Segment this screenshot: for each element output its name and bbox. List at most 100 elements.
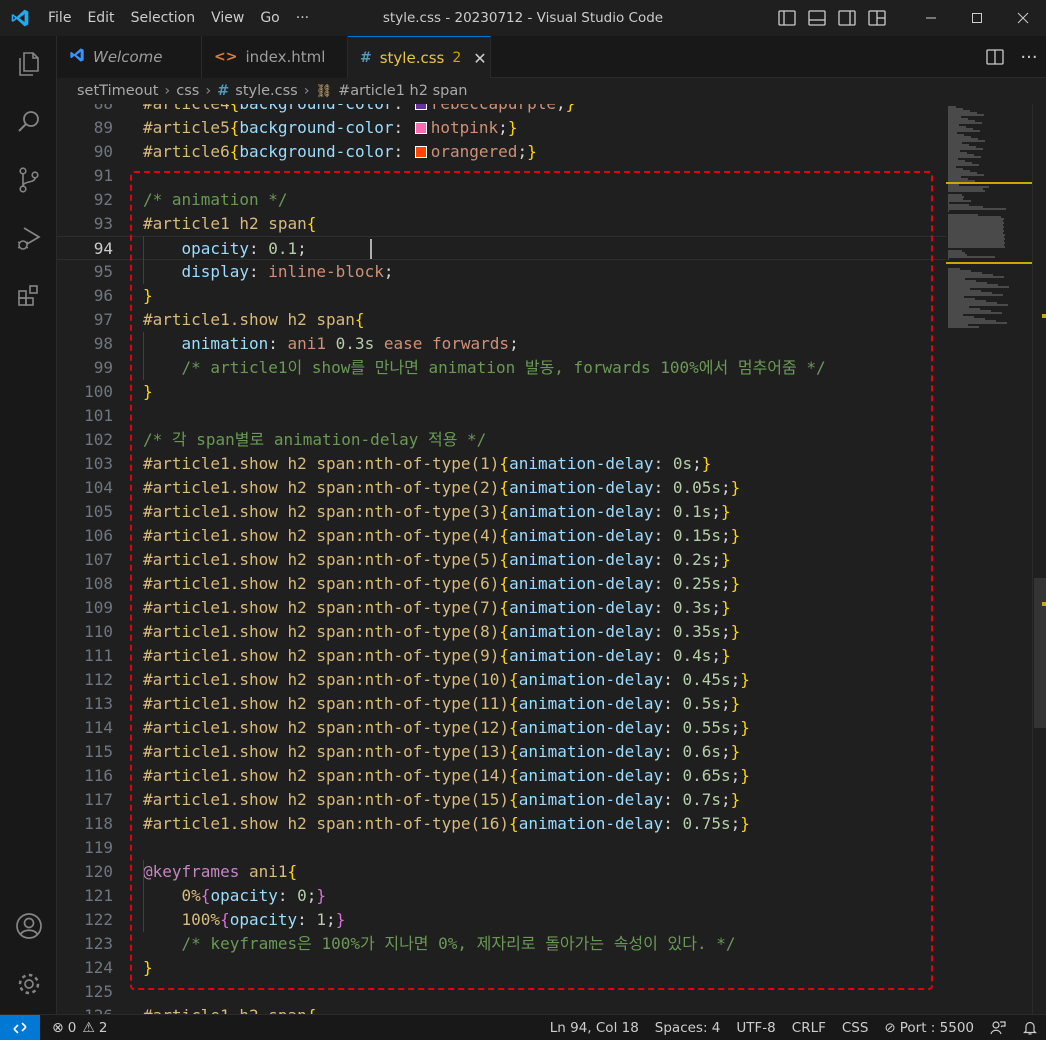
explorer-icon[interactable] [0,40,57,88]
breadcrumb-folder-css[interactable]: css [176,83,199,99]
code-editor[interactable]: 88 #article4{background-color: rebeccapur… [57,104,946,1014]
breadcrumb-symbol[interactable]: #article1 h2 span [338,83,467,99]
color-swatch[interactable] [414,104,427,110]
split-editor-icon[interactable] [978,36,1012,78]
toggle-primary-sidebar-icon[interactable] [772,0,802,36]
code-line[interactable]: 109 #article1.show h2 span:nth-of-type(7)… [57,596,946,620]
menu-go[interactable]: Go [252,0,287,36]
code-line[interactable]: 118 #article1.show h2 span:nth-of-type(16… [57,812,946,836]
more-actions-icon[interactable]: ··· [1012,36,1046,78]
code-line[interactable]: 123 /* keyframes은 100%가 지나면 0%, 제자리로 돌아가… [57,932,946,956]
code-line[interactable]: 105 #article1.show h2 span:nth-of-type(3)… [57,500,946,524]
tab-welcome[interactable]: Welcome [57,36,202,78]
code-line[interactable]: 114 #article1.show h2 span:nth-of-type(12… [57,716,946,740]
menu-file[interactable]: File [40,0,79,36]
code-line[interactable]: 90 #article6{background-color: orangered;… [57,140,946,164]
code-line[interactable]: 100} [57,380,946,404]
minimize-icon[interactable] [908,0,954,36]
code-line[interactable]: 119 [57,836,946,860]
code-text: #article1.show h2 span:nth-of-type(9){an… [143,646,731,665]
code-text: #article1.show h2 span:nth-of-type(4){an… [143,526,741,545]
code-text: #article1 h2 span{ [143,214,317,233]
source-control-icon[interactable] [0,156,57,204]
code-line[interactable]: 94 opacity: 0.1; [57,236,946,260]
code-line[interactable]: 92 /* animation */ [57,188,946,212]
menu-more[interactable]: ··· [288,0,317,36]
code-line[interactable]: 106 #article1.show h2 span:nth-of-type(4)… [57,524,946,548]
end-of-line[interactable]: CRLF [784,1020,834,1036]
menu-view[interactable]: View [203,0,252,36]
close-icon[interactable] [1000,0,1046,36]
line-number: 88 [57,104,113,116]
code-line[interactable]: 103 #article1.show h2 span:nth-of-type(1)… [57,452,946,476]
code-line[interactable]: 115 #article1.show h2 span:nth-of-type(13… [57,740,946,764]
live-server-port[interactable]: ⊘ Port : 5500 [876,1020,982,1036]
remote-indicator[interactable] [0,1014,40,1040]
code-line[interactable]: 126 #article1 h2 span{ [57,1004,946,1014]
code-line[interactable]: 125 [57,980,946,1004]
code-line[interactable]: 99 /* article1이 show를 만나면 animation 발동, … [57,356,946,380]
menu-bar: File Edit Selection View Go ··· [40,0,317,36]
breadcrumb-folder-settimeout[interactable]: setTimeout [77,83,158,99]
code-line[interactable]: 116 #article1.show h2 span:nth-of-type(14… [57,764,946,788]
language-mode[interactable]: CSS [834,1020,877,1036]
cursor-position[interactable]: Ln 94, Col 18 [542,1020,647,1036]
vscode-logo-icon[interactable] [0,0,40,36]
code-line[interactable]: 112 #article1.show h2 span:nth-of-type(10… [57,668,946,692]
indentation[interactable]: Spaces: 4 [647,1020,729,1036]
tab-style-css[interactable]: # style.css 2 ✕ [348,36,491,79]
code-line[interactable]: 120 @keyframes ani1{ [57,860,946,884]
line-number: 104 [84,478,113,497]
manage-gear-icon[interactable] [0,960,57,1008]
code-line[interactable]: 113 #article1.show h2 span:nth-of-type(11… [57,692,946,716]
code-line[interactable]: 111 #article1.show h2 span:nth-of-type(9)… [57,644,946,668]
code-line[interactable]: 121 0%{opacity: 0;} [57,884,946,908]
code-line[interactable]: 110 #article1.show h2 span:nth-of-type(8)… [57,620,946,644]
line-number: 110 [84,622,113,641]
notifications-bell-icon[interactable] [1014,1020,1046,1036]
minimap[interactable] [946,104,1032,1014]
tab-index-html[interactable]: <> index.html [202,36,348,78]
accounts-icon[interactable] [0,902,57,950]
file-encoding[interactable]: UTF-8 [728,1020,783,1036]
code-text: #article1.show h2 span:nth-of-type(6){an… [143,574,741,593]
minimap-warning-marker [946,262,1032,264]
color-swatch[interactable] [414,122,427,134]
code-line[interactable]: 98 animation: ani1 0.3s ease forwards; [57,332,946,356]
maximize-icon[interactable] [954,0,1000,36]
code-line[interactable]: 122 100%{opacity: 1;} [57,908,946,932]
code-text: /* keyframes은 100%가 지나면 0%, 제자리로 돌아가는 속성… [181,934,736,953]
close-tab-icon[interactable]: ✕ [473,49,486,68]
code-line[interactable]: 96} [57,284,946,308]
code-line[interactable]: 89 #article5{background-color: hotpink;} [57,116,946,140]
tab-label: style.css [379,49,445,67]
code-text: /* animation */ [143,190,288,209]
code-line[interactable]: 93 #article1 h2 span{ [57,212,946,236]
code-line[interactable]: 88 #article4{background-color: rebeccapur… [57,104,946,116]
code-line[interactable]: 117 #article1.show h2 span:nth-of-type(15… [57,788,946,812]
code-line[interactable]: 97 #article1.show h2 span{ [57,308,946,332]
code-line[interactable]: 107 #article1.show h2 span:nth-of-type(5)… [57,548,946,572]
color-swatch[interactable] [414,146,427,158]
code-line[interactable]: 95 display: inline-block; [57,260,946,284]
code-line[interactable]: 91 [57,164,946,188]
toggle-panel-icon[interactable] [802,0,832,36]
breadcrumb-file[interactable]: style.css [235,83,297,99]
scrollbar-thumb[interactable] [1034,578,1046,728]
code-line[interactable]: 124} [57,956,946,980]
search-icon[interactable] [0,98,57,146]
problems-indicator[interactable]: ⊗ 0 ⚠ 2 [52,1020,107,1036]
extensions-icon[interactable] [0,272,57,320]
code-line[interactable]: 101 [57,404,946,428]
feedback-icon[interactable] [982,1020,1014,1036]
code-line[interactable]: 104 #article1.show h2 span:nth-of-type(2)… [57,476,946,500]
run-debug-icon[interactable] [0,214,57,262]
menu-selection[interactable]: Selection [123,0,204,36]
vertical-scrollbar[interactable] [1032,104,1046,1014]
tab-label: Welcome [93,48,163,66]
customize-layout-icon[interactable] [862,0,892,36]
toggle-secondary-sidebar-icon[interactable] [832,0,862,36]
code-line[interactable]: 102 /* 각 span별로 animation-delay 적용 */ [57,428,946,452]
code-line[interactable]: 108 #article1.show h2 span:nth-of-type(6)… [57,572,946,596]
menu-edit[interactable]: Edit [79,0,122,36]
